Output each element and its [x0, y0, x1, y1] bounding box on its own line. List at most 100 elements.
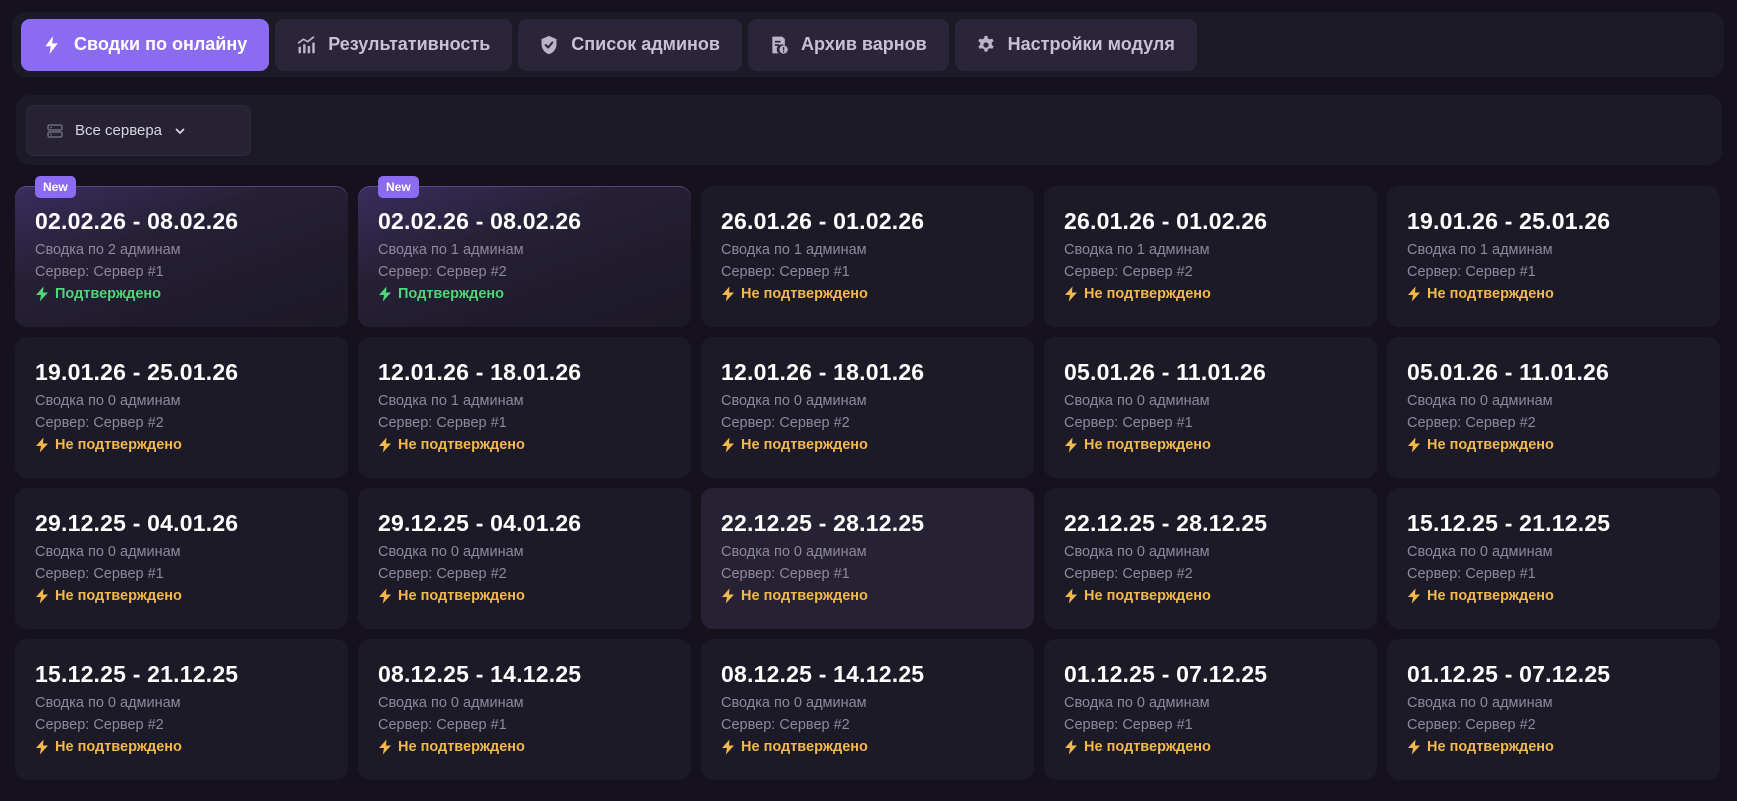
- server-select[interactable]: Все сервера: [26, 105, 251, 156]
- tab-label: Архив варнов: [800, 34, 927, 54]
- status-unconfirmed: Не подтверждено: [378, 435, 691, 455]
- server-name: Сервер: Сервер #2: [1407, 717, 1536, 733]
- tab-performance[interactable]: Результативность: [275, 18, 513, 71]
- server-name: Сервер: Сервер #1: [35, 566, 164, 582]
- status-unconfirmed: Не подтверждено: [378, 737, 691, 757]
- status-unconfirmed: Не подтверждено: [35, 435, 348, 455]
- summary-card[interactable]: 01.12.25 - 07.12.25 Сводка по 0 админам Се…: [1387, 639, 1720, 780]
- tab-module-settings[interactable]: Настройки модуля: [954, 18, 1197, 71]
- status-label: Не подтверждено: [741, 437, 868, 453]
- bolt-icon: [379, 437, 391, 453]
- bolt-icon: [36, 739, 48, 755]
- bolt-icon: [379, 286, 391, 302]
- bolt-icon: [1065, 588, 1077, 604]
- summary-card[interactable]: 05.01.26 - 11.01.26 Сводка по 0 админам Се…: [1387, 337, 1720, 478]
- archive-icon: [769, 35, 789, 55]
- date-range: 29.12.25 - 04.01.26: [378, 510, 582, 536]
- tab-online-summaries[interactable]: Сводки по онлайну: [21, 18, 270, 71]
- summary-card[interactable]: 29.12.25 - 04.01.26 Сводка по 0 админам Се…: [15, 488, 348, 629]
- date-range: 12.01.26 - 18.01.26: [721, 359, 925, 385]
- status-label: Не подтверждено: [55, 739, 182, 755]
- new-badge: New: [378, 176, 419, 198]
- server-name: Сервер: Сервер #1: [1064, 415, 1193, 431]
- summary-card[interactable]: 08.12.25 - 14.12.25 Сводка по 0 админам Се…: [701, 639, 1034, 780]
- server-name: Сервер: Сервер #2: [1407, 415, 1536, 431]
- server-name: Сервер: Сервер #2: [721, 415, 850, 431]
- date-range: 29.12.25 - 04.01.26: [35, 510, 239, 536]
- summary-card[interactable]: 01.12.25 - 07.12.25 Сводка по 0 админам Се…: [1044, 639, 1377, 780]
- status-label: Подтверждено: [55, 286, 162, 302]
- summary-card[interactable]: 26.01.26 - 01.02.26 Сводка по 1 админам Се…: [701, 186, 1034, 327]
- bolt-icon: [1408, 437, 1420, 453]
- summary-card[interactable]: 08.12.25 - 14.12.25 Сводка по 0 админам Се…: [358, 639, 691, 780]
- status-unconfirmed: Не подтверждено: [721, 284, 1034, 304]
- status-label: Не подтверждено: [1084, 588, 1211, 604]
- bolt-icon: [722, 286, 734, 302]
- status-unconfirmed: Не подтверждено: [1407, 737, 1720, 757]
- admin-count: Сводка по 0 админам: [1064, 695, 1210, 711]
- admin-count: Сводка по 1 админам: [1407, 242, 1553, 258]
- admin-count: Сводка по 0 админам: [1064, 393, 1210, 409]
- admin-count: Сводка по 0 админам: [378, 695, 524, 711]
- status-unconfirmed: Не подтверждено: [721, 586, 1034, 606]
- date-range: 15.12.25 - 21.12.25: [1407, 510, 1611, 536]
- server-name: Сервер: Сервер #1: [1064, 717, 1193, 733]
- summary-card[interactable]: 05.01.26 - 11.01.26 Сводка по 0 админам Се…: [1044, 337, 1377, 478]
- status-unconfirmed: Не подтверждено: [721, 435, 1034, 455]
- summary-card[interactable]: 19.01.26 - 25.01.26 Сводка по 1 админам Се…: [1387, 186, 1720, 327]
- status-unconfirmed: Не подтверждено: [1407, 435, 1720, 455]
- tab-label: Сводки по онлайну: [74, 34, 248, 54]
- date-range: 26.01.26 - 01.02.26: [1064, 208, 1268, 234]
- status-unconfirmed: Не подтверждено: [1064, 435, 1377, 455]
- date-range: 19.01.26 - 25.01.26: [1407, 208, 1611, 234]
- server-select-label: Все сервера: [75, 122, 163, 139]
- summary-card[interactable]: 26.01.26 - 01.02.26 Сводка по 1 админам Се…: [1044, 186, 1377, 327]
- filter-bar: Все сервера: [16, 95, 1722, 165]
- admin-count: Сводка по 1 админам: [721, 242, 867, 258]
- tab-admin-list[interactable]: Список админов: [518, 18, 742, 71]
- status-label: Не подтверждено: [1084, 739, 1211, 755]
- date-range: 15.12.25 - 21.12.25: [35, 661, 239, 687]
- chevron-down-icon: [175, 128, 185, 134]
- admin-count: Сводка по 0 админам: [1407, 695, 1553, 711]
- chart-icon: [296, 35, 316, 55]
- summary-grid: New 02.02.26 - 08.02.26 Сводка по 2 админа…: [15, 176, 1720, 780]
- summary-card[interactable]: 19.01.26 - 25.01.26 Сводка по 0 админам Се…: [15, 337, 348, 478]
- gear-icon: [976, 35, 996, 55]
- status-unconfirmed: Не подтверждено: [1064, 737, 1377, 757]
- summary-card[interactable]: 29.12.25 - 04.01.26 Сводка по 0 админам Се…: [358, 488, 691, 629]
- status-label: Не подтверждено: [1427, 739, 1554, 755]
- shield-icon: [539, 35, 559, 55]
- admin-count: Сводка по 1 админам: [378, 242, 524, 258]
- bolt-icon: [1065, 286, 1077, 302]
- tab-warn-archive[interactable]: Архив варнов: [747, 18, 949, 71]
- date-range: 22.12.25 - 28.12.25: [1064, 510, 1268, 536]
- status-label: Не подтверждено: [398, 739, 525, 755]
- status-label: Не подтверждено: [741, 588, 868, 604]
- tab-label: Список админов: [571, 34, 720, 54]
- admin-count: Сводка по 0 админам: [1064, 544, 1210, 560]
- summary-card[interactable]: 22.12.25 - 28.12.25 Сводка по 0 админам Се…: [701, 488, 1034, 629]
- status-unconfirmed: Не подтверждено: [1407, 284, 1720, 304]
- status-unconfirmed: Не подтверждено: [1407, 586, 1720, 606]
- summary-card[interactable]: 15.12.25 - 21.12.25 Сводка по 0 админам Се…: [15, 639, 348, 780]
- bolt-icon: [379, 588, 391, 604]
- status-label: Не подтверждено: [1427, 588, 1554, 604]
- date-range: 02.02.26 - 08.02.26: [35, 208, 239, 234]
- summary-card[interactable]: New 02.02.26 - 08.02.26 Сводка по 1 админа…: [358, 176, 691, 327]
- summary-card[interactable]: 22.12.25 - 28.12.25 Сводка по 0 админам Се…: [1044, 488, 1377, 629]
- admin-count: Сводка по 1 админам: [378, 393, 524, 409]
- admin-count: Сводка по 0 админам: [1407, 544, 1553, 560]
- summary-card[interactable]: New 02.02.26 - 08.02.26 Сводка по 2 админа…: [15, 176, 348, 327]
- bolt-icon: [722, 437, 734, 453]
- admin-count: Сводка по 0 админам: [35, 393, 181, 409]
- server-name: Сервер: Сервер #2: [35, 415, 164, 431]
- bolt-icon: [1408, 286, 1420, 302]
- admin-count: Сводка по 2 админам: [35, 242, 181, 258]
- summary-card[interactable]: 12.01.26 - 18.01.26 Сводка по 1 админам Се…: [358, 337, 691, 478]
- bolt-icon: [1065, 739, 1077, 755]
- summary-card[interactable]: 12.01.26 - 18.01.26 Сводка по 0 админам Се…: [701, 337, 1034, 478]
- status-label: Не подтверждено: [1084, 437, 1211, 453]
- admin-count: Сводка по 1 админам: [1064, 242, 1210, 258]
- summary-card[interactable]: 15.12.25 - 21.12.25 Сводка по 0 админам Се…: [1387, 488, 1720, 629]
